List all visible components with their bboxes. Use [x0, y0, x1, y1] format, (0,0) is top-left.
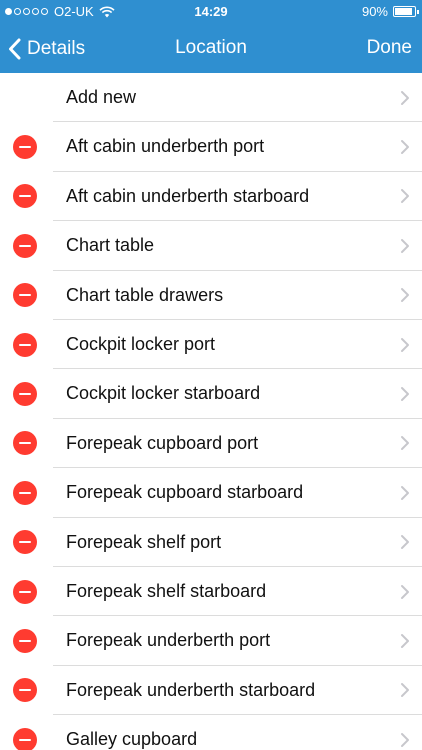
chevron-right-icon: [401, 337, 409, 352]
chevron-right-icon: [401, 732, 409, 747]
location-row[interactable]: Galley cupboard: [0, 715, 422, 750]
chevron-right-icon: [401, 633, 409, 648]
location-row[interactable]: Forepeak shelf starboard: [0, 566, 422, 617]
location-label: Cockpit locker starboard: [66, 383, 261, 404]
delete-icon[interactable]: [13, 530, 37, 555]
chevron-right-icon: [401, 189, 409, 204]
location-row[interactable]: Chart table drawers: [0, 270, 422, 320]
chevron-right-icon: [401, 485, 409, 500]
battery-percentage: 90%: [361, 4, 388, 19]
location-label: Forepeak cupboard starboard: [66, 482, 304, 503]
delete-icon[interactable]: [13, 382, 37, 407]
back-button[interactable]: Details: [8, 24, 85, 73]
chevron-right-icon: [401, 238, 409, 253]
location-label: Forepeak cupboard port: [66, 432, 259, 453]
delete-icon[interactable]: [13, 431, 37, 456]
delete-icon[interactable]: [13, 628, 37, 653]
location-label: Cockpit locker port: [66, 333, 216, 354]
back-button-label: Details: [27, 37, 86, 59]
location-row[interactable]: Cockpit locker port: [0, 319, 422, 370]
location-row[interactable]: Aft cabin underberth port: [0, 122, 422, 172]
delete-icon[interactable]: [13, 579, 37, 604]
location-label: Forepeak shelf port: [66, 531, 222, 552]
location-label: Forepeak underberth port: [66, 630, 271, 651]
chevron-right-icon: [401, 436, 409, 451]
chevron-right-icon: [401, 387, 409, 402]
add-new-label: Add new: [66, 87, 137, 107]
chevron-right-icon: [401, 584, 409, 599]
add-new-row[interactable]: Add new: [0, 73, 422, 123]
location-label: Aft cabin underberth starboard: [66, 185, 310, 206]
chevron-right-icon: [401, 90, 409, 105]
delete-icon[interactable]: [13, 135, 37, 160]
location-list: Add new Aft cabin underberth port Aft cab…: [0, 73, 422, 750]
delete-icon[interactable]: [13, 283, 37, 308]
location-screen: O2-UK 14:29 90% Details Location Done Ad…: [0, 0, 422, 750]
delete-icon[interactable]: [13, 332, 37, 357]
location-label: Aft cabin underberth port: [66, 136, 265, 157]
status-bar: O2-UK 14:29 90%: [0, 0, 422, 24]
delete-icon[interactable]: [13, 233, 37, 258]
status-time: 14:29: [194, 4, 228, 19]
delete-icon[interactable]: [13, 480, 37, 505]
chevron-right-icon: [401, 140, 409, 155]
location-label: Forepeak underberth starboard: [66, 679, 316, 700]
delete-icon[interactable]: [13, 678, 37, 703]
battery-fill: [395, 8, 412, 15]
location-label: Forepeak shelf starboard: [66, 580, 267, 601]
location-row[interactable]: Forepeak cupboard port: [0, 418, 422, 469]
chevron-right-icon: [401, 535, 409, 550]
nav-bar: Details Location Done: [0, 24, 422, 73]
location-row[interactable]: Aft cabin underberth starboard: [0, 171, 422, 222]
location-label: Chart table drawers: [66, 284, 224, 305]
chevron-right-icon: [401, 288, 409, 303]
location-label: Galley cupboard: [66, 729, 198, 750]
status-right: 90%: [361, 4, 419, 19]
done-button[interactable]: Done: [367, 24, 412, 73]
delete-icon[interactable]: [13, 184, 37, 209]
battery-tip: [417, 10, 419, 14]
location-row[interactable]: Forepeak underberth starboard: [0, 665, 422, 716]
location-row[interactable]: Chart table: [0, 221, 422, 271]
battery-icon: [393, 6, 419, 17]
location-row[interactable]: Forepeak underberth port: [0, 616, 422, 666]
chevron-right-icon: [401, 683, 409, 698]
delete-icon[interactable]: [13, 727, 37, 750]
location-label: Chart table: [66, 235, 155, 256]
location-row[interactable]: Forepeak shelf port: [0, 517, 422, 567]
location-row[interactable]: Forepeak cupboard starboard: [0, 468, 422, 518]
header: O2-UK 14:29 90% Details Location Done: [0, 0, 422, 73]
chevron-left-icon: [9, 38, 21, 59]
location-row[interactable]: Cockpit locker starboard: [0, 369, 422, 419]
